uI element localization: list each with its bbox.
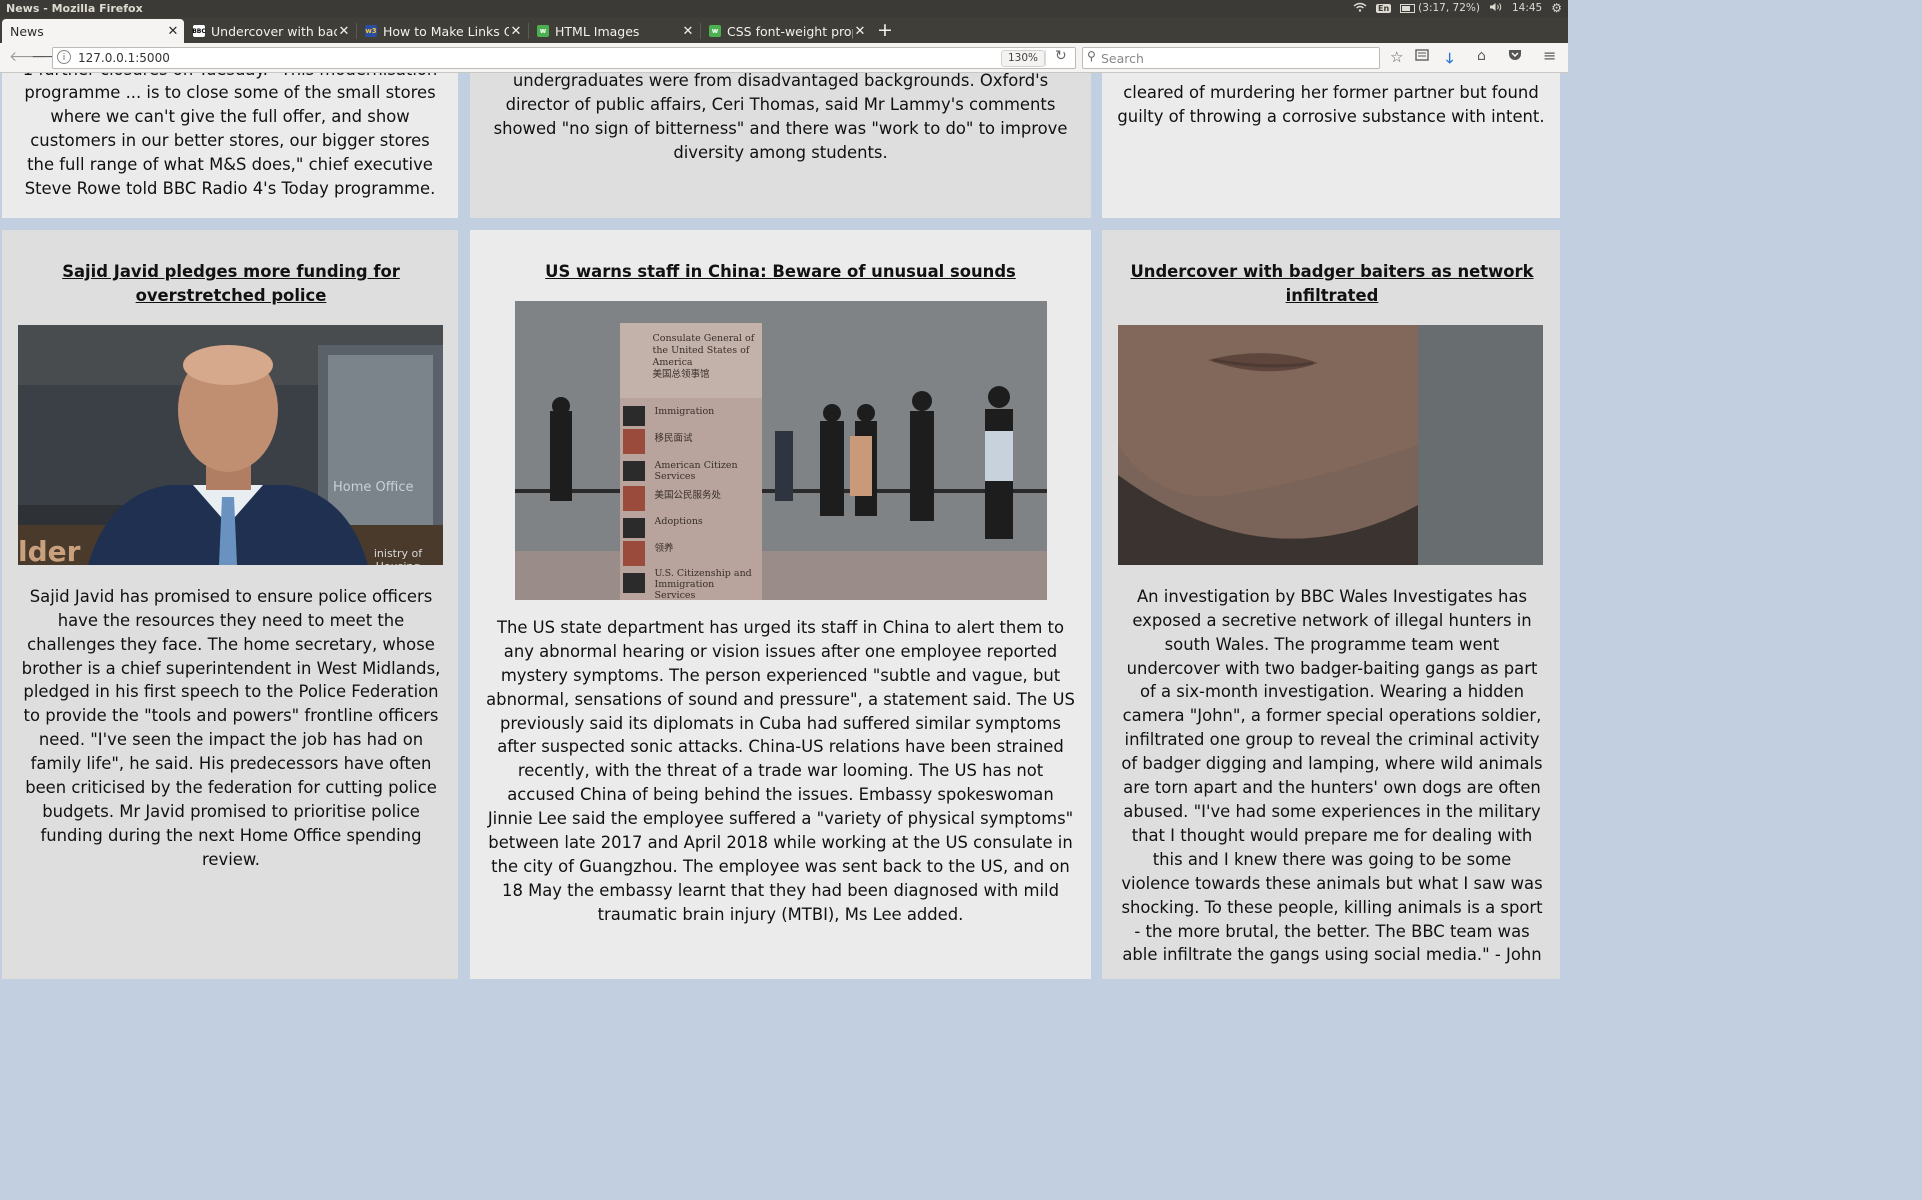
w3-icon: w3 (365, 25, 377, 37)
navigation-toolbar: 🡐 🡒 i 127.0.0.1:5000 130% ↻ ⚲ Search ☆ 🡓… (0, 43, 1568, 73)
article-body: Sajid Javid has promised to ensure polic… (21, 586, 441, 869)
article-photo (1118, 324, 1543, 565)
page-right-margin (1560, 73, 1568, 979)
article-body: The US state department has urged its st… (486, 617, 1075, 924)
tab-news[interactable]: News ✕ (2, 19, 184, 43)
sign-row: 领养 (654, 542, 674, 554)
pocket-icon[interactable] (1508, 48, 1522, 66)
tab-badger-article[interactable]: BBC Undercover with badger baiters as ne… (185, 19, 355, 43)
tab-label: How to Make Links Open in a New Window (383, 23, 509, 39)
javid-portrait-image (18, 324, 443, 565)
close-tab-icon[interactable]: ✕ (337, 24, 351, 39)
url-text: 127.0.0.1:5000 (78, 51, 170, 65)
article-card-china: US warns staff in China: Beware of unusu… (470, 230, 1091, 979)
new-tab-button[interactable]: + (876, 19, 894, 41)
consulate-queue-image (514, 300, 1047, 600)
search-icon: ⚲ (1087, 49, 1096, 63)
article-title-link[interactable]: Sajid Javid pledges more funding for ove… (18, 260, 444, 308)
battery-indicator[interactable]: (3:17, 72%) (1400, 2, 1480, 14)
article-body: 1 further closures on Tuesday. "This mod… (23, 73, 438, 199)
consulate-sign-directory: Immigration 移民面试 American Citizen Servic… (655, 406, 755, 600)
sign-row: Immigration (654, 405, 715, 417)
downloads-icon[interactable]: 🡓 (1446, 48, 1453, 72)
battery-icon (1400, 3, 1416, 13)
article-card-javid: Sajid Javid pledges more funding for ove… (2, 230, 458, 979)
close-tab-icon[interactable]: ✕ (509, 24, 523, 39)
home-icon[interactable]: ⌂ (1477, 48, 1486, 64)
wifi-icon[interactable] (1353, 2, 1367, 15)
article-card-top-3: cleared of murdering her former partner … (1102, 73, 1560, 218)
article-photo: Home Office inistry of Housing lder (18, 324, 443, 565)
article-body: undergraduates were from disadvantaged b… (493, 73, 1068, 163)
article-photo: Consulate General of the United States o… (514, 300, 1047, 600)
tab-label: CSS font-weight property (727, 23, 853, 39)
tab-links-new-window[interactable]: w3 How to Make Links Open in a New Windo… (357, 19, 527, 43)
close-tab-icon[interactable]: ✕ (166, 24, 180, 39)
window-title: News - Mozilla Firefox (6, 2, 143, 15)
sign-header: Consulate General of the United States o… (652, 332, 755, 368)
article-card-badger: Undercover with badger baiters as networ… (1102, 230, 1560, 979)
tab-label: News (10, 23, 44, 39)
zoom-level-button[interactable]: 130% (1001, 50, 1046, 67)
article-card-top-2: undergraduates were from disadvantaged b… (470, 73, 1091, 218)
article-body: cleared of murdering her former partner … (1117, 83, 1545, 127)
consulate-sign: Consulate General of the United States o… (653, 333, 758, 381)
article-title-link[interactable]: US warns staff in China: Beware of unusu… (484, 260, 1077, 284)
hamburger-menu-icon[interactable]: ≡ (1543, 46, 1556, 65)
close-tab-icon[interactable]: ✕ (681, 24, 695, 39)
w3schools-icon: w (537, 25, 549, 37)
volume-icon[interactable] (1489, 2, 1503, 15)
photo-sign-text: Home Office (333, 479, 414, 495)
bookmark-star-icon[interactable]: ☆ (1390, 48, 1403, 66)
url-bar-divider (1045, 50, 1046, 66)
search-input[interactable]: ⚲ Search (1082, 47, 1380, 69)
tab-css-font-weight[interactable]: w CSS font-weight property ✕ (701, 19, 871, 43)
article-title-link[interactable]: Undercover with badger baiters as networ… (1118, 260, 1546, 308)
bookmarks-library-icon[interactable] (1415, 48, 1429, 66)
battery-status: (3:17, 72%) (1418, 2, 1480, 14)
sign-row: U.S. Citizenship and Immigration Service… (654, 567, 752, 600)
settings-gear-icon[interactable]: ⚙ (1551, 1, 1562, 15)
site-info-icon[interactable]: i (57, 50, 71, 64)
system-tray: En (3:17, 72%) 14:45 ⚙ (1353, 1, 1562, 15)
window-titlebar: News - Mozilla Firefox En (3:17, 72%) 14… (0, 0, 1568, 17)
article-body: An investigation by BBC Wales Investigat… (1121, 586, 1543, 965)
w3schools-icon: w (709, 25, 721, 37)
tab-strip: News ✕ BBC Undercover with badger baiter… (0, 17, 1568, 43)
tab-label: Undercover with badger baiters as networ… (211, 23, 337, 39)
page-content: 1 further closures on Tuesday. "This mod… (0, 73, 1568, 979)
photo-sign-text: inistry of Housing (373, 546, 423, 565)
clock[interactable]: 14:45 (1512, 2, 1542, 14)
bearded-man-image (1118, 324, 1543, 565)
search-placeholder: Search (1101, 51, 1144, 66)
sign-row: American Citizen Services (654, 459, 738, 482)
reload-icon[interactable]: ↻ (1055, 48, 1067, 64)
sign-row: 移民面试 (654, 432, 693, 444)
sign-row: Adoptions (654, 515, 703, 527)
bbc-icon: BBC (192, 25, 206, 37)
keyboard-layout-indicator[interactable]: En (1376, 3, 1392, 13)
url-bar[interactable]: i 127.0.0.1:5000 130% ↻ (52, 47, 1076, 69)
sign-header-chinese: 美国总领事馆 (652, 368, 710, 380)
tab-label: HTML Images (555, 23, 640, 39)
photo-sign-text: lder (18, 534, 81, 565)
tab-html-images[interactable]: w HTML Images ✕ (529, 19, 699, 43)
sign-row: 美国公民服务处 (654, 489, 722, 501)
close-tab-icon[interactable]: ✕ (853, 24, 867, 39)
article-card-top-1: 1 further closures on Tuesday. "This mod… (2, 73, 458, 218)
